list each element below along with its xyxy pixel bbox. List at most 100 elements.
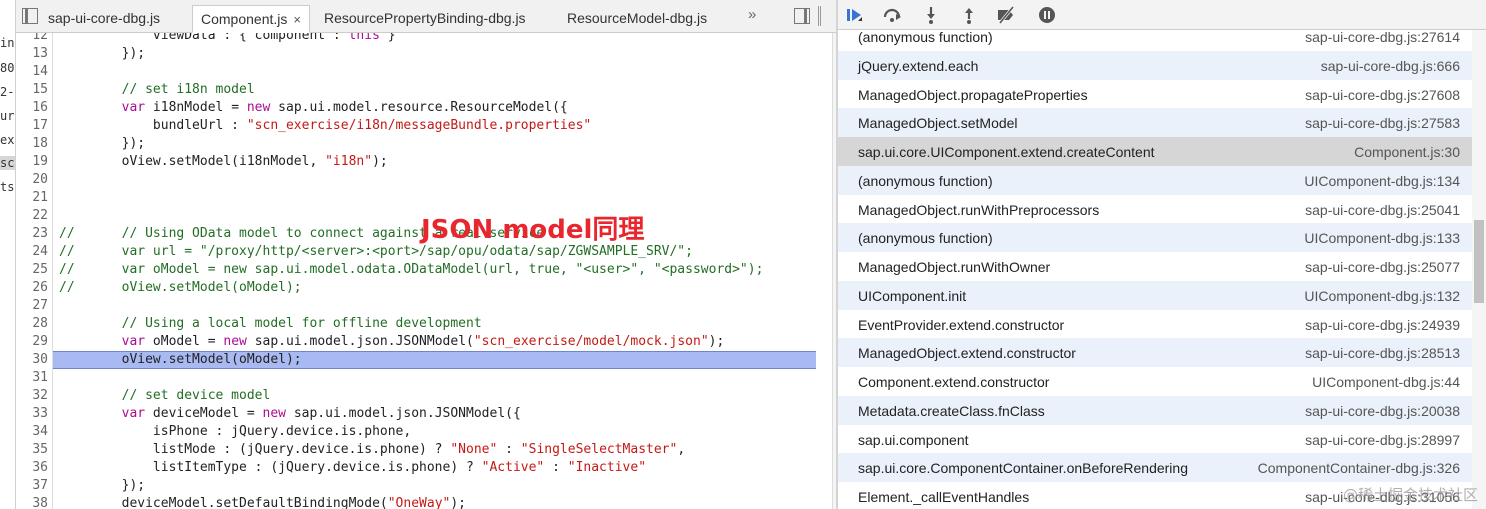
call-stack-list: (anonymous function) sap-ui-core-dbg.js:2… <box>838 30 1472 509</box>
call-frame[interactable]: jQuery.extend.each sap-ui-core-dbg.js:666 <box>838 51 1472 80</box>
call-frame-location-link[interactable]: sap-ui-core-dbg.js:666 <box>1321 58 1460 74</box>
code-line: // var oModel = new sap.ui.model.odata.O… <box>59 262 764 277</box>
line-number[interactable]: 22 <box>16 207 48 225</box>
code-line: var oModel = new sap.ui.model.json.JSONM… <box>121 334 725 349</box>
tab-component-js[interactable]: Component.js × <box>192 5 310 33</box>
left-strip-text: urc <box>0 109 15 123</box>
call-frame-location-link[interactable]: sap-ui-core-dbg.js:28997 <box>1305 432 1460 448</box>
tab-overflow-icon[interactable]: » <box>748 6 756 23</box>
call-frame-location-link[interactable]: sap-ui-core-dbg.js:28513 <box>1305 345 1460 361</box>
line-number[interactable]: 19 <box>16 153 48 171</box>
line-number[interactable]: 24 <box>16 243 48 261</box>
step-into-icon[interactable] <box>921 5 941 25</box>
call-frame[interactable]: EventProvider.extend.constructor sap-ui-c… <box>838 310 1472 339</box>
line-number[interactable]: 15 <box>16 81 48 99</box>
line-number[interactable]: 25 <box>16 261 48 279</box>
line-number[interactable]: 18 <box>16 135 48 153</box>
call-frame[interactable]: UIComponent.init UIComponent-dbg.js:132 <box>838 281 1472 310</box>
call-frame[interactable]: ManagedObject.setModel sap-ui-core-dbg.js… <box>838 108 1472 137</box>
call-frame-location-link[interactable]: sap-ui-core-dbg.js:20038 <box>1305 403 1460 419</box>
line-number[interactable]: 16 <box>16 99 48 117</box>
call-frame-location-link[interactable]: sap-ui-core-dbg.js:25077 <box>1305 259 1460 275</box>
toggle-debugger-icon[interactable] <box>794 8 810 24</box>
left-strip-text: exe <box>0 133 15 147</box>
code-line: bundleUrl : "scn_exercise/i18n/messageBu… <box>59 118 592 133</box>
call-frame-location-link[interactable]: UIComponent-dbg.js:44 <box>1312 374 1460 390</box>
code-line: var i18nModel = new sap.ui.model.resourc… <box>121 100 568 115</box>
line-number[interactable]: 29 <box>16 333 48 351</box>
line-number[interactable]: 27 <box>16 297 48 315</box>
line-number[interactable]: 13 <box>16 45 48 63</box>
tab-resource-property-binding[interactable]: ResourcePropertyBinding-dbg.js <box>316 5 534 33</box>
line-number[interactable]: 23 <box>16 225 48 243</box>
call-frame[interactable]: sap.ui.core.ComponentContainer.onBeforeR… <box>838 453 1472 482</box>
call-frame-location-link[interactable]: UIComponent-dbg.js:134 <box>1304 173 1460 189</box>
call-frame-location-link[interactable]: UIComponent-dbg.js:132 <box>1304 288 1460 304</box>
code-line: // set device model <box>59 388 271 403</box>
resume-icon[interactable] <box>844 5 864 25</box>
callstack-scrollbar-thumb[interactable] <box>1474 220 1484 303</box>
line-number[interactable]: 28 <box>16 315 48 333</box>
step-out-icon[interactable] <box>959 5 979 25</box>
call-frame-location-link[interactable]: sap-ui-core-dbg.js:27614 <box>1305 30 1460 45</box>
tab-resource-model[interactable]: ResourceModel-dbg.js <box>559 5 715 33</box>
code-line: // oView.setModel(oModel); <box>59 280 302 295</box>
line-number[interactable]: 20 <box>16 171 48 189</box>
call-frame-selected[interactable]: sap.ui.core.UIComponent.extend.createCon… <box>838 137 1472 166</box>
call-frame-location-link[interactable]: ComponentContainer-dbg.js:326 <box>1258 460 1460 476</box>
toggle-navigator-icon[interactable] <box>22 8 38 24</box>
code-line: isPhone : jQuery.device.is.phone, <box>59 424 412 439</box>
call-frame[interactable]: (anonymous function) UIComponent-dbg.js:1… <box>838 166 1472 195</box>
left-strip-text: ts <box>0 180 15 194</box>
line-number[interactable]: 14 <box>16 63 48 81</box>
deactivate-breakpoints-icon[interactable] <box>996 5 1016 25</box>
line-number[interactable]: 32 <box>16 387 48 405</box>
call-frame-location-link[interactable]: sap-ui-core-dbg.js:27583 <box>1305 115 1460 131</box>
call-frame-function: ManagedObject.extend.constructor <box>858 345 1076 361</box>
call-frame-location-link[interactable]: sap-ui-core-dbg.js:25041 <box>1305 202 1460 218</box>
line-number[interactable]: 26 <box>16 279 48 297</box>
call-frame[interactable]: Component.extend.constructor UIComponent-… <box>838 367 1472 396</box>
tab-sap-ui-core-dbg[interactable]: sap-ui-core-dbg.js <box>40 5 168 33</box>
call-frame[interactable]: ManagedObject.propagateProperties sap-ui-… <box>838 80 1472 109</box>
code-area[interactable]: 12 13 14 15 16 17 18 19 20 21 22 23 24 25 26 27 28 29 30 31… <box>16 33 816 509</box>
line-number[interactable]: 36 <box>16 459 48 477</box>
left-panel-strip: in) 80 2-3 urc exe scr ts <box>0 0 16 509</box>
pause-on-exceptions-icon[interactable] <box>1037 5 1057 25</box>
line-number[interactable]: 33 <box>16 405 48 423</box>
call-frame[interactable]: ManagedObject.runWithOwner sap-ui-core-db… <box>838 252 1472 281</box>
line-number[interactable]: 31 <box>16 369 48 387</box>
close-icon[interactable]: × <box>293 12 301 27</box>
line-number[interactable]: 34 <box>16 423 48 441</box>
line-number[interactable]: 30 <box>16 351 48 369</box>
line-number-gutter[interactable]: 12 13 14 15 16 17 18 19 20 21 22 23 24 25 26 27 28 29 30 31… <box>16 33 53 509</box>
code-line: // set i18n model <box>59 82 255 97</box>
line-number[interactable]: 38 <box>16 495 48 509</box>
step-over-icon[interactable] <box>882 5 902 25</box>
call-frame-location-link[interactable]: UIComponent-dbg.js:133 <box>1304 230 1460 246</box>
callstack-scrollbar[interactable] <box>1472 30 1486 509</box>
call-frame[interactable]: (anonymous function) sap-ui-core-dbg.js:2… <box>838 30 1472 51</box>
call-frame-function: Component.extend.constructor <box>858 374 1050 390</box>
line-number[interactable]: 17 <box>16 117 48 135</box>
watermark-text: @稀土掘金技术社区 <box>1342 486 1478 504</box>
line-number[interactable]: 21 <box>16 189 48 207</box>
call-frame[interactable]: (anonymous function) UIComponent-dbg.js:1… <box>838 223 1472 252</box>
code-line: viewData : { component : this } <box>59 33 396 43</box>
call-frame-location-link[interactable]: sap-ui-core-dbg.js:27608 <box>1305 87 1460 103</box>
call-frame-function: (anonymous function) <box>858 30 993 45</box>
call-frame-location-link[interactable]: Component.js:30 <box>1354 144 1460 160</box>
annotation-text: JSON model同理 <box>421 215 645 245</box>
line-number[interactable]: 12 <box>16 33 48 45</box>
call-frame[interactable]: Metadata.createClass.fnClass sap-ui-core-… <box>838 396 1472 425</box>
line-number[interactable]: 37 <box>16 477 48 495</box>
line-number[interactable]: 35 <box>16 441 48 459</box>
left-strip-text-selected[interactable]: scr <box>0 156 15 170</box>
call-frame[interactable]: ManagedObject.extend.constructor sap-ui-c… <box>838 338 1472 367</box>
call-frame[interactable]: sap.ui.component sap-ui-core-dbg.js:28997 <box>838 425 1472 454</box>
call-frame-location-link[interactable]: sap-ui-core-dbg.js:24939 <box>1305 317 1460 333</box>
call-frame[interactable]: ManagedObject.runWithPreprocessors sap-ui… <box>838 195 1472 224</box>
call-frame-function: ManagedObject.propagateProperties <box>858 87 1088 103</box>
